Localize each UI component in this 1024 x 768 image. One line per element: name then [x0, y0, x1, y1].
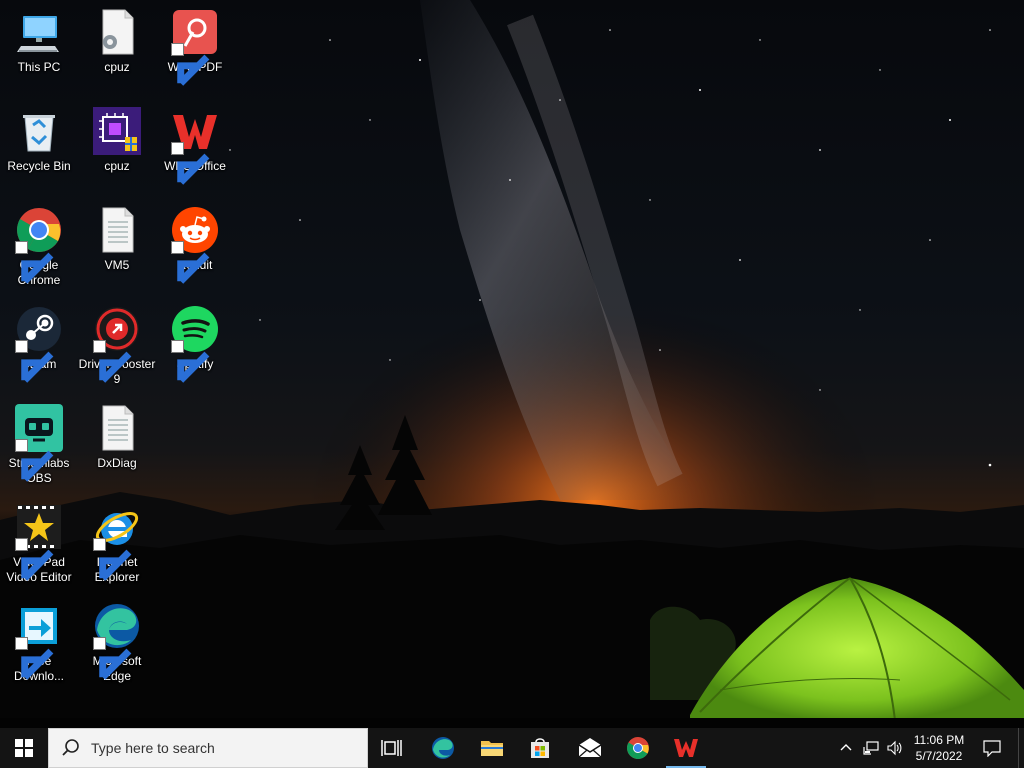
edge-icon — [93, 602, 141, 680]
desktop-icon-steam[interactable]: Steam — [0, 305, 78, 383]
windows-logo-icon — [15, 739, 33, 757]
taskbar: 11:06 PM 5/7/2022 — [0, 728, 1024, 768]
free-download-icon — [15, 602, 63, 680]
shortcut-arrow-icon — [15, 241, 54, 284]
shortcut-arrow-icon — [15, 637, 54, 680]
text-file-icon — [93, 404, 141, 452]
videopad-icon — [15, 503, 63, 581]
wps-office-icon — [171, 107, 219, 185]
desktop-icon-label: This PC — [17, 60, 61, 74]
desktop-icon-reddit[interactable]: Reddit — [156, 206, 234, 284]
clock-date: 5/7/2022 — [915, 749, 963, 763]
show-desktop-button[interactable] — [1018, 728, 1024, 768]
desktop-icon-google-chrome[interactable]: Google Chrome — [0, 206, 78, 288]
taskbar-chrome-button[interactable] — [614, 728, 662, 768]
taskbar-wps-office-button[interactable] — [662, 728, 710, 768]
search-input[interactable] — [89, 739, 343, 757]
shortcut-arrow-icon — [171, 142, 210, 185]
shortcut-arrow-icon — [15, 538, 54, 581]
chrome-icon — [627, 737, 649, 759]
streamlabs-icon — [15, 404, 63, 482]
driver-booster-icon — [93, 305, 141, 383]
shortcut-arrow-icon — [93, 538, 132, 581]
taskbar-edge-button[interactable] — [419, 728, 467, 768]
task-view-icon — [381, 740, 402, 756]
desktop-icon-videopad[interactable]: VideoPad Video Editor — [0, 503, 78, 585]
desktop-icon-vm5[interactable]: VM5 — [78, 206, 156, 273]
shortcut-arrow-icon — [93, 340, 132, 383]
folder-icon — [481, 741, 503, 756]
shortcut-arrow-icon — [93, 637, 132, 680]
shortcut-arrow-icon — [171, 340, 210, 383]
desktop-icon-label: Recycle Bin — [7, 159, 71, 173]
notification-icon — [983, 740, 1001, 757]
edge-icon — [432, 737, 454, 759]
action-center-button[interactable] — [978, 728, 1006, 768]
search-icon — [62, 739, 79, 756]
reddit-icon — [171, 206, 219, 284]
desktop-icon-this-pc[interactable]: This PC — [0, 8, 78, 75]
computer-icon — [15, 8, 63, 56]
desktop-icon-dxdiag[interactable]: DxDiag — [78, 404, 156, 471]
desktop-icon-internet-explorer[interactable]: Internet Explorer — [78, 503, 156, 585]
desktop-icon-cpuz-file[interactable]: cpuz — [78, 8, 156, 75]
internet-explorer-icon — [93, 503, 141, 581]
volume-button[interactable] — [884, 728, 906, 768]
desktop-icon-streamlabs-obs[interactable]: Streamlabs OBS — [0, 404, 78, 486]
volume-icon — [887, 740, 902, 756]
shortcut-arrow-icon — [171, 43, 210, 86]
show-hidden-icons-button[interactable] — [835, 728, 857, 768]
spotify-icon — [171, 305, 219, 383]
start-button[interactable] — [0, 728, 48, 768]
wps-office-icon — [674, 739, 698, 757]
taskbar-search-box[interactable] — [48, 728, 368, 768]
network-icon — [863, 741, 879, 755]
store-icon — [531, 738, 549, 758]
desktop-icon-wps-pdf[interactable]: WPS PDF — [156, 8, 234, 86]
task-view-button[interactable] — [368, 728, 416, 768]
network-button[interactable] — [860, 728, 882, 768]
taskbar-mail-button[interactable] — [566, 728, 614, 768]
shortcut-arrow-icon — [15, 439, 54, 482]
desktop-icon-free-download[interactable]: Free Downlo... — [0, 602, 78, 684]
wps-pdf-icon — [171, 8, 219, 86]
desktop-icon-label: DxDiag — [97, 456, 137, 470]
taskbar-store-button[interactable] — [516, 728, 564, 768]
settings-file-icon — [93, 8, 141, 56]
shortcut-arrow-icon — [171, 241, 210, 284]
taskbar-file-explorer-button[interactable] — [468, 728, 516, 768]
mail-icon — [578, 738, 602, 758]
steam-icon — [15, 305, 63, 383]
desktop-icon-spotify[interactable]: Spotify — [156, 305, 234, 383]
chevron-up-icon — [840, 744, 852, 751]
desktop-icon-wps-office[interactable]: WPS Office — [156, 107, 234, 185]
desktop-icon-label: VM5 — [104, 258, 130, 272]
recycle-bin-icon — [15, 107, 63, 155]
text-file-icon — [93, 206, 141, 254]
taskbar-clock[interactable]: 11:06 PM 5/7/2022 — [906, 728, 972, 768]
desktop-icon-microsoft-edge[interactable]: Microsoft Edge — [78, 602, 156, 684]
chrome-icon — [15, 206, 63, 284]
desktop-icon-driver-booster[interactable]: Driver Booster 9 — [78, 305, 156, 387]
desktop-icon-label: cpuz — [104, 159, 130, 173]
shortcut-arrow-icon — [15, 340, 54, 383]
desktop-icon-label: cpuz — [104, 60, 130, 74]
desktop-icon-recycle-bin[interactable]: Recycle Bin — [0, 107, 78, 174]
desktop-icon-cpuz-app[interactable]: cpuz — [78, 107, 156, 174]
clock-time: 11:06 PM — [913, 733, 965, 747]
cpuz-icon — [93, 107, 141, 155]
